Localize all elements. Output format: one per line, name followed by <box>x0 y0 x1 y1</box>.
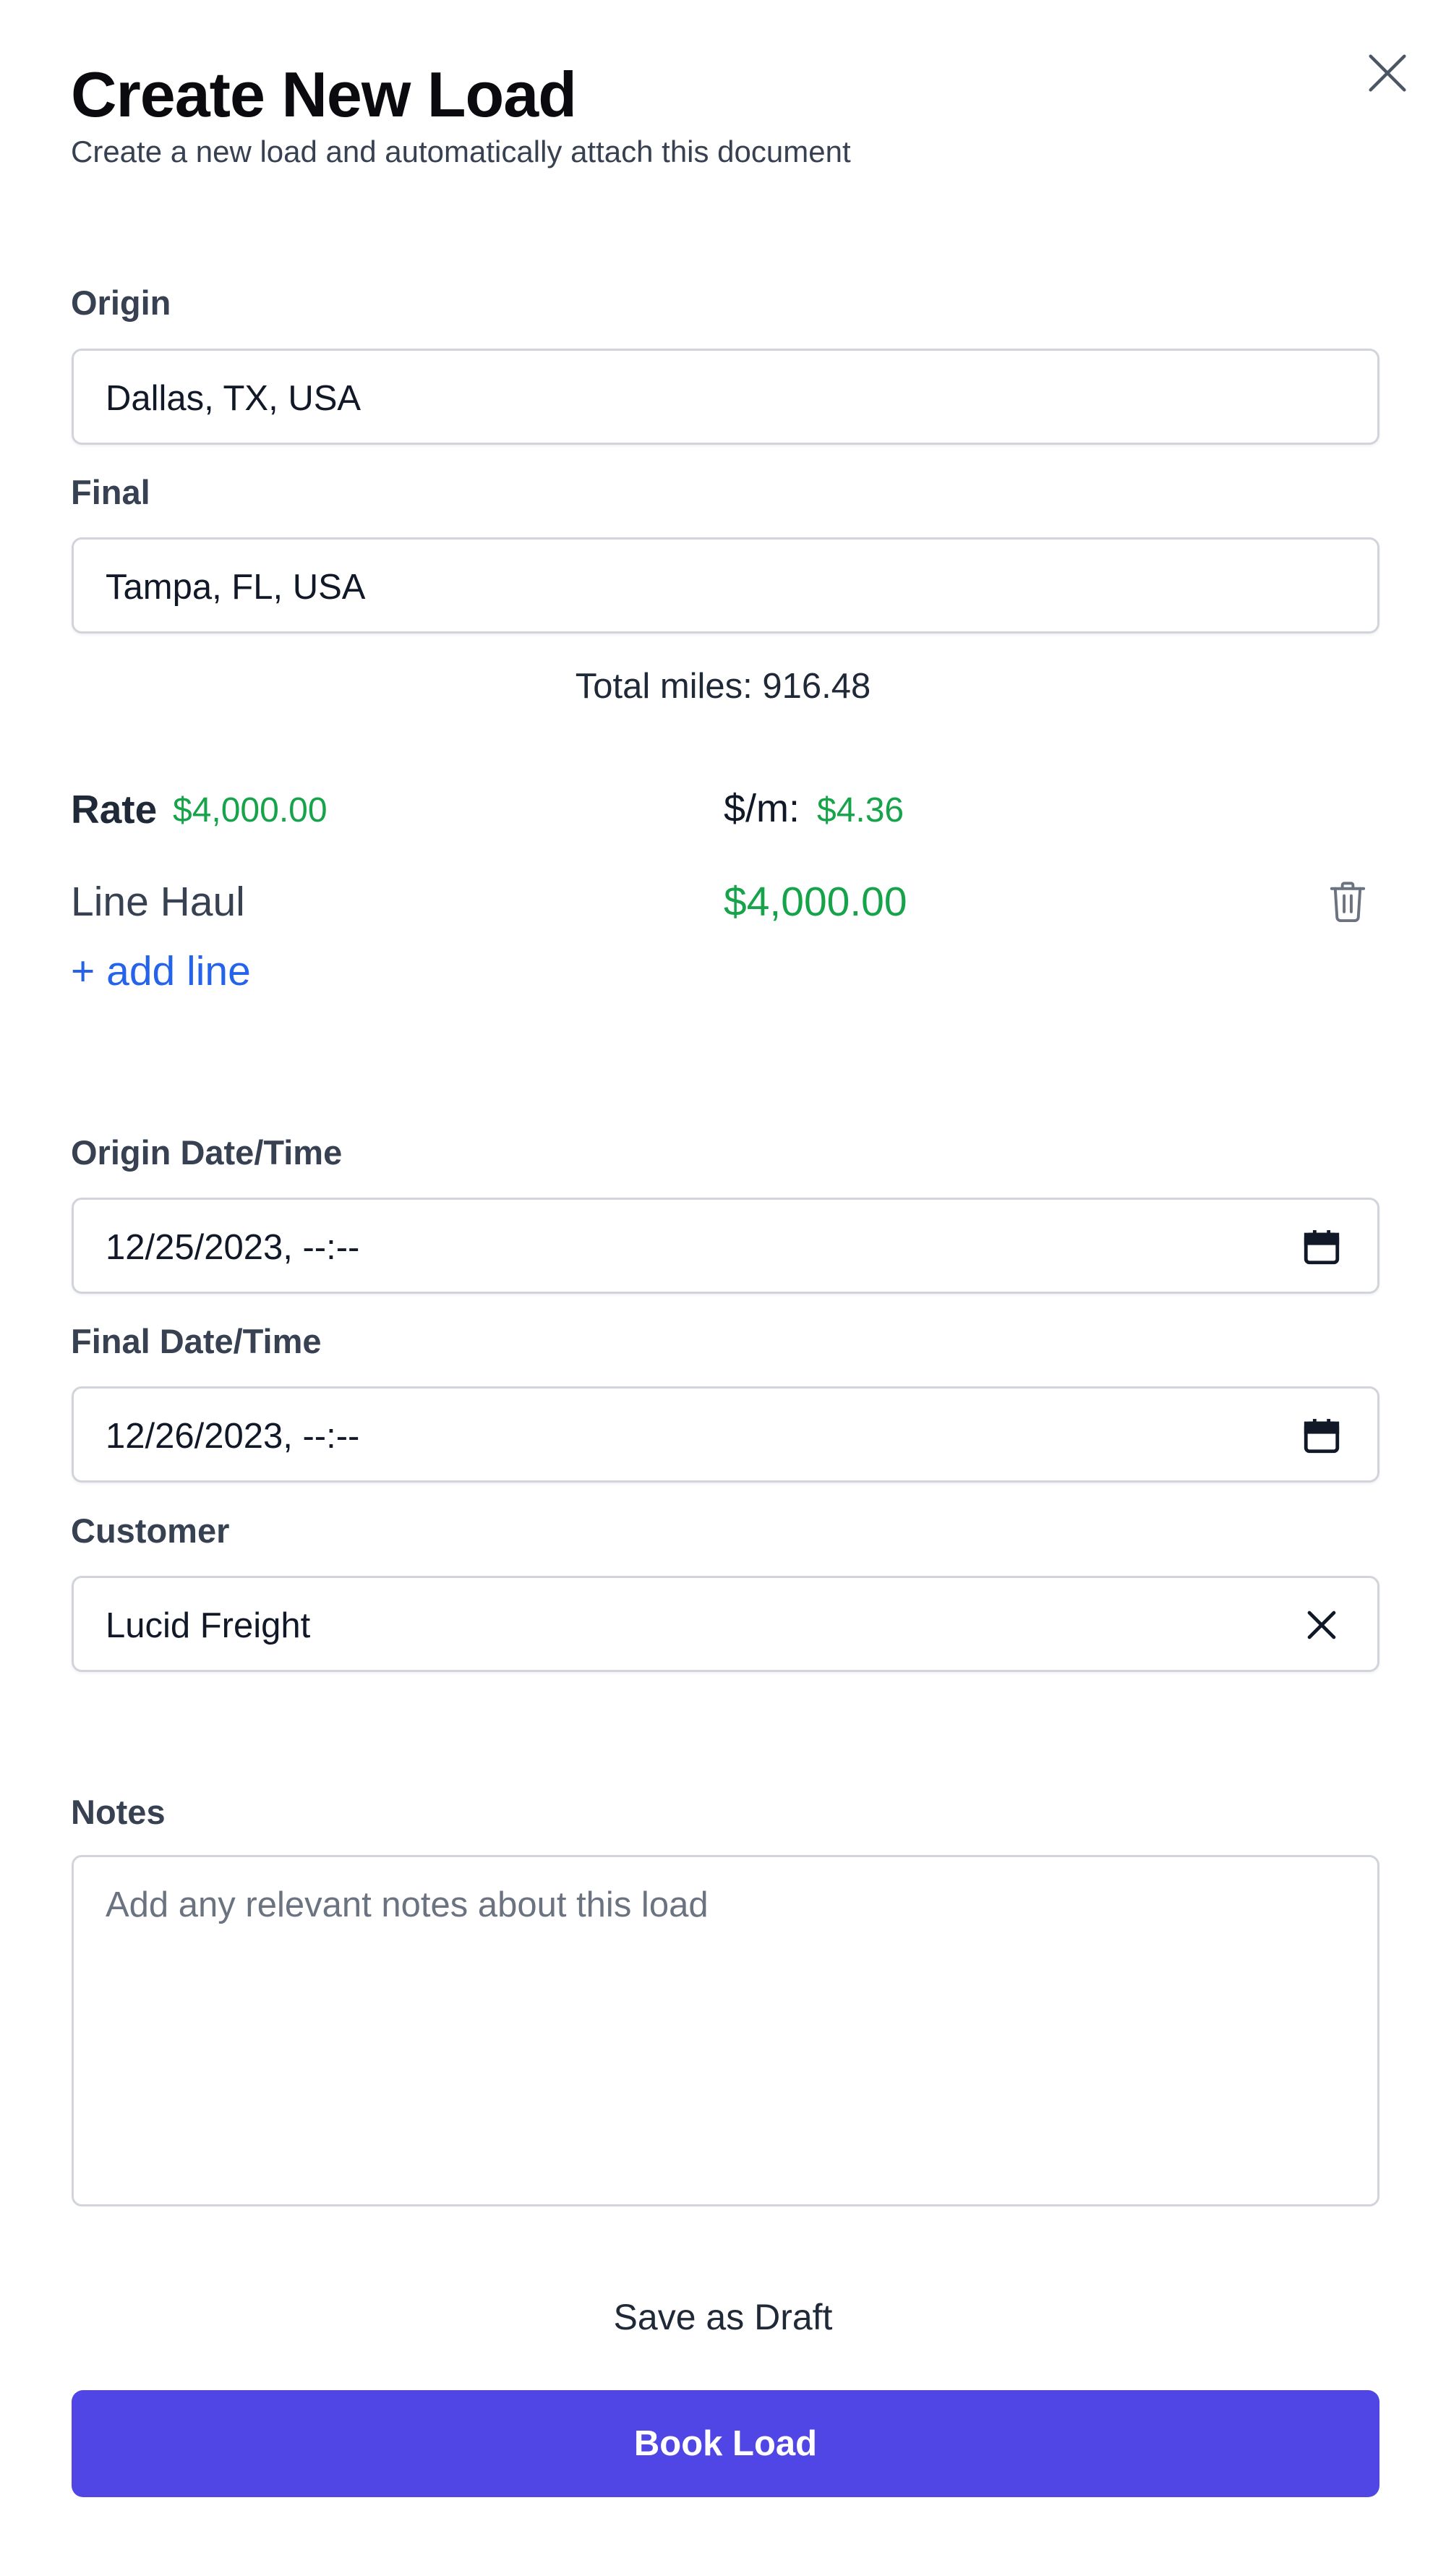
origin-label: Origin <box>71 283 171 322</box>
rate-label: Rate <box>71 787 158 832</box>
origin-datetime-input[interactable]: 12/25/2023, --:-- <box>72 1198 1379 1294</box>
add-line-button[interactable]: + add line <box>71 947 251 995</box>
per-mile-value: $4.36 <box>817 791 904 829</box>
trash-icon[interactable] <box>1326 878 1369 924</box>
rate-value: $4,000.00 <box>173 791 328 829</box>
origin-datetime-label: Origin Date/Time <box>71 1133 343 1172</box>
final-datetime-input[interactable]: 12/26/2023, --:-- <box>72 1386 1379 1483</box>
line-item-amount: $4,000.00 <box>724 879 907 925</box>
notes-textarea[interactable]: Add any relevant notes about this load <box>72 1855 1379 2206</box>
total-miles: Total miles: 916.48 <box>575 667 871 706</box>
line-item-name: Line Haul <box>71 879 245 925</box>
book-load-button[interactable]: Book Load <box>72 2390 1379 2497</box>
origin-input[interactable]: Dallas, TX, USA <box>72 349 1379 445</box>
page-subtitle: Create a new load and automatically atta… <box>71 135 851 169</box>
clear-icon[interactable] <box>1301 1604 1343 1646</box>
customer-select[interactable]: Lucid Freight <box>72 1576 1379 1672</box>
calendar-icon[interactable] <box>1301 1226 1343 1268</box>
calendar-icon[interactable] <box>1301 1415 1343 1457</box>
final-label: Final <box>71 473 150 511</box>
save-draft-button[interactable]: Save as Draft <box>0 2296 1446 2338</box>
customer-value: Lucid Freight <box>106 1606 311 1645</box>
final-value: Tampa, FL, USA <box>106 568 366 607</box>
origin-datetime-value: 12/25/2023, --:-- <box>106 1228 360 1267</box>
close-icon[interactable] <box>1362 48 1413 98</box>
per-mile-label: $/m: <box>724 787 800 830</box>
notes-label: Notes <box>71 1793 166 1831</box>
origin-value: Dallas, TX, USA <box>106 379 362 418</box>
final-datetime-label: Final Date/Time <box>71 1322 322 1360</box>
final-input[interactable]: Tampa, FL, USA <box>72 537 1379 634</box>
notes-placeholder: Add any relevant notes about this load <box>106 1885 709 1924</box>
customer-label: Customer <box>71 1511 230 1550</box>
final-datetime-value: 12/26/2023, --:-- <box>106 1417 360 1456</box>
page-title: Create New Load <box>71 59 577 130</box>
book-load-label: Book Load <box>633 2424 818 2463</box>
